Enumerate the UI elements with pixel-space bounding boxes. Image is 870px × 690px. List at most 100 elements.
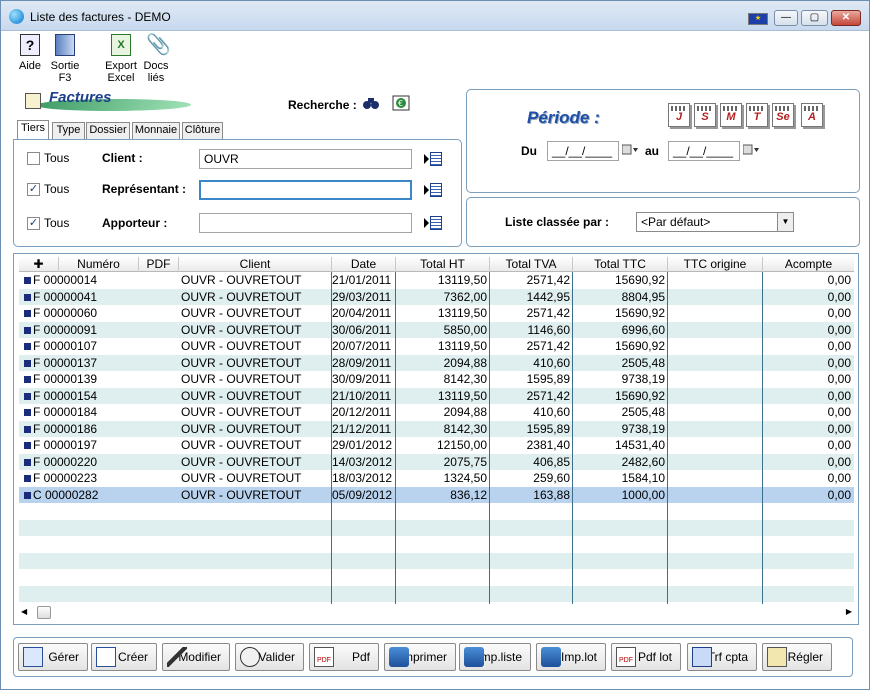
cell-date: 14/03/2012 — [332, 454, 393, 469]
settle-button[interactable]: Régler — [762, 643, 832, 671]
transfer-accounting-button[interactable]: Trf cpta — [687, 643, 757, 671]
horizontal-scrollbar[interactable]: ◀ ▶ — [19, 606, 854, 620]
cell-client: OUVR - OUVRETOUT — [181, 405, 302, 419]
tab-cloture[interactable]: Clôture — [182, 122, 223, 139]
table-row[interactable]: C 00000282 OUVR - OUVRETOUT 05/09/2012 836,… — [19, 486, 854, 503]
col-total-ttc[interactable]: Total TTC — [573, 257, 668, 272]
table-row[interactable]: F 00000107 OUVR - OUVRETOUT 20/07/2011 1311… — [19, 338, 854, 355]
client-input[interactable]: OUVR — [199, 149, 412, 169]
cell-total-ht: 8142,30 — [443, 372, 487, 386]
col-pdf[interactable]: PDF — [139, 257, 179, 272]
representant-input[interactable] — [199, 180, 412, 200]
print-batch-button[interactable]: Imp.lot — [536, 643, 606, 671]
lock-icon — [240, 647, 260, 667]
euro-search-icon[interactable]: € — [392, 95, 410, 111]
date-from-calendar-icon[interactable] — [621, 144, 638, 156]
tab-type[interactable]: Type — [52, 122, 85, 139]
period-month-button[interactable]: M — [720, 103, 742, 127]
period-day-button[interactable]: J — [668, 103, 690, 127]
cell-client: OUVR - OUVRETOUT — [181, 372, 302, 386]
create-button[interactable]: Créer — [91, 643, 157, 671]
representant-tous-checkbox[interactable]: ✓ — [27, 183, 40, 196]
cell-client: OUVR - OUVRETOUT — [181, 355, 302, 370]
col-client[interactable]: Client — [179, 257, 332, 272]
cell-ttc-origine — [668, 470, 763, 487]
cell-total-ttc: 1000,00 — [621, 487, 665, 502]
export-excel-button[interactable]: X Export Excel — [103, 32, 139, 84]
scroll-right-icon[interactable]: ▶ — [846, 607, 852, 616]
date-from-input[interactable]: __/__/____ — [547, 141, 619, 161]
date-to-input[interactable]: __/__/____ — [668, 141, 740, 161]
validate-button[interactable]: Valider — [235, 643, 304, 671]
period-week-button[interactable]: S — [694, 103, 716, 127]
maximize-button[interactable]: ▢ — [801, 10, 828, 26]
scroll-left-icon[interactable]: ◀ — [21, 607, 27, 616]
cell-numero: F 00000091 — [33, 322, 98, 337]
scroll-thumb[interactable] — [37, 606, 51, 619]
cell-date: 21/10/2011 — [332, 388, 392, 403]
cell-numero: F 00000186 — [33, 421, 98, 436]
tab-monnaie[interactable]: Monnaie — [132, 122, 180, 139]
book-icon — [23, 647, 43, 667]
table-row[interactable]: F 00000014 OUVR - OUVRETOUT 21/01/2011 1311… — [19, 272, 854, 289]
col-date[interactable]: Date — [332, 257, 396, 272]
col-acompte[interactable]: Acompte — [763, 257, 854, 272]
chevron-down-icon[interactable]: ▼ — [777, 213, 793, 231]
table-row[interactable]: F 00000137 OUVR - OUVRETOUT 28/09/2011 2094… — [19, 354, 854, 371]
close-button[interactable]: ✕ — [831, 10, 861, 26]
help-button[interactable]: ? Aide — [17, 32, 43, 72]
client-tous-checkbox[interactable] — [27, 152, 40, 165]
pdf-button[interactable]: PDF Pdf — [309, 643, 379, 671]
minimize-button[interactable]: — — [774, 10, 798, 26]
transfer-accounting-label: Trf cpta — [707, 650, 748, 664]
apporteur-tous-checkbox[interactable]: ✓ — [27, 217, 40, 230]
col-total-ht[interactable]: Total HT — [396, 257, 490, 272]
col-numero[interactable]: Numéro — [59, 257, 139, 272]
col-ttc-origine[interactable]: TTC origine — [668, 257, 763, 272]
new-document-icon — [96, 647, 116, 667]
table-row[interactable]: F 00000154 OUVR - OUVRETOUT 21/10/2011 1311… — [19, 387, 854, 404]
client-picker-icon[interactable] — [424, 151, 442, 167]
period-year-button[interactable]: A — [801, 103, 823, 127]
date-to-calendar-icon[interactable] — [742, 144, 759, 156]
table-row[interactable]: F 00000186 OUVR - OUVRETOUT 21/12/2011 8142… — [19, 420, 854, 437]
linked-docs-button[interactable]: 📎 Docs liés — [141, 32, 171, 84]
representant-picker-icon[interactable] — [424, 182, 442, 198]
binoculars-icon[interactable] — [363, 96, 379, 110]
sort-select[interactable]: <Par défaut> ▼ — [636, 212, 794, 232]
table-row[interactable]: F 00000041 OUVR - OUVRETOUT 29/03/2011 7362… — [19, 288, 854, 305]
table-row[interactable]: F 00000091 OUVR - OUVRETOUT 30/06/2011 5850… — [19, 321, 854, 338]
tab-tiers[interactable]: Tiers — [17, 120, 49, 139]
apporteur-picker-icon[interactable] — [424, 215, 442, 231]
representant-label: Représentant : — [102, 182, 187, 196]
pdf-batch-button[interactable]: PDF Pdf lot — [611, 643, 681, 671]
exit-button[interactable]: Sortie F3 — [47, 32, 83, 84]
cell-numero: F 00000223 — [33, 471, 98, 485]
exit-label-1: Sortie — [50, 60, 80, 72]
client-tous-label: Tous — [44, 151, 70, 165]
table-row — [19, 569, 854, 586]
cell-numero: F 00000184 — [33, 405, 98, 419]
table-row[interactable]: F 00000060 OUVR - OUVRETOUT 20/04/2011 1311… — [19, 305, 854, 322]
column-settings-icon[interactable]: ✚ — [19, 257, 59, 272]
period-quarter-button[interactable]: T — [746, 103, 768, 127]
print-list-button[interactable]: Imp.liste — [459, 643, 531, 671]
table-row[interactable]: F 00000223 OUVR - OUVRETOUT 18/03/2012 1324… — [19, 470, 854, 487]
row-marker-icon — [24, 343, 31, 350]
table-row[interactable]: F 00000184 OUVR - OUVRETOUT 20/12/2011 2094… — [19, 404, 854, 421]
table-row[interactable]: F 00000139 OUVR - OUVRETOUT 30/09/2011 8142… — [19, 371, 854, 388]
table-row[interactable]: F 00000220 OUVR - OUVRETOUT 14/03/2012 2075… — [19, 453, 854, 470]
tab-dossier[interactable]: Dossier — [86, 122, 130, 139]
cell-total-ht: 5850,00 — [443, 322, 487, 337]
table-row[interactable]: F 00000197 OUVR - OUVRETOUT 29/01/2012 1215… — [19, 437, 854, 454]
print-button[interactable]: Imprimer — [384, 643, 456, 671]
period-semester-button[interactable]: Se — [772, 103, 794, 127]
cell-date: 05/09/2012 — [332, 487, 393, 502]
sort-select-value: <Par défaut> — [641, 215, 711, 229]
cell-total-tva: 2571,42 — [526, 306, 570, 320]
modify-button[interactable]: Modifier — [162, 643, 230, 671]
col-total-tva[interactable]: Total TVA — [490, 257, 573, 272]
cell-total-ttc: 2482,60 — [621, 454, 665, 469]
manage-button[interactable]: Gérer — [18, 643, 88, 671]
apporteur-input[interactable] — [199, 213, 412, 233]
